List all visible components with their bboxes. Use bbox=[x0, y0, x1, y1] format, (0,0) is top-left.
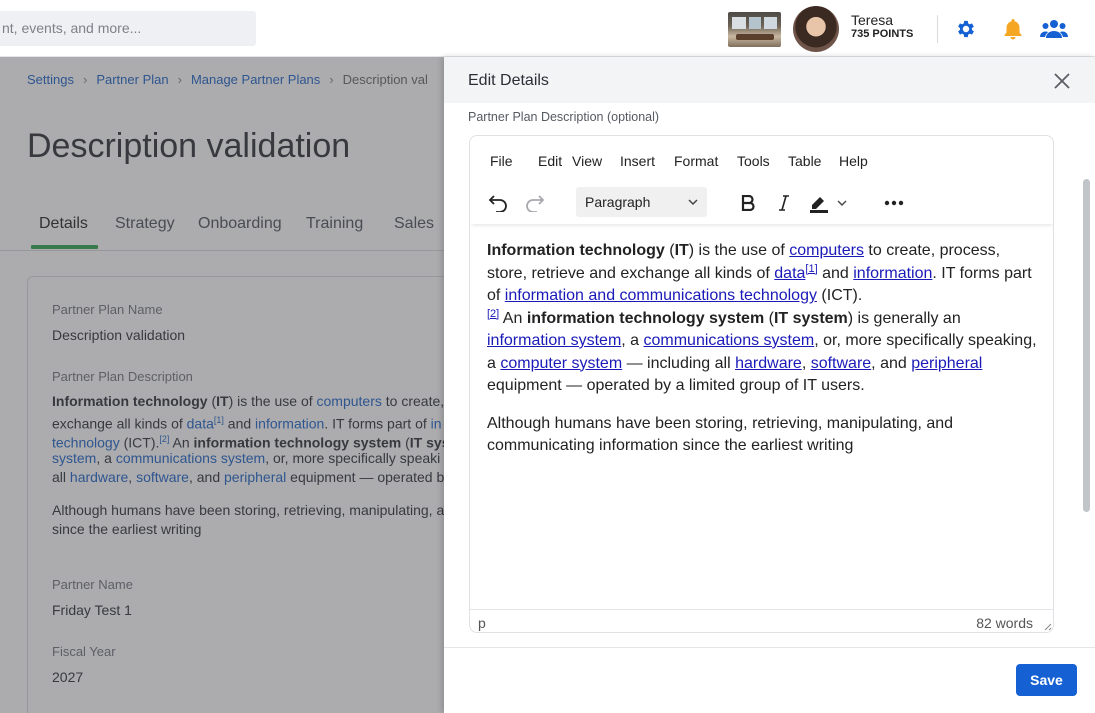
menu-table[interactable]: Table bbox=[788, 153, 821, 169]
scrollbar[interactable] bbox=[1083, 179, 1090, 512]
link-information[interactable]: information bbox=[853, 265, 932, 282]
link-information-system[interactable]: information system bbox=[487, 332, 621, 349]
more-icon bbox=[884, 200, 904, 206]
divider bbox=[937, 15, 938, 43]
block-format-value: Paragraph bbox=[585, 194, 651, 210]
edit-details-drawer: Edit Details Partner Plan Description (o… bbox=[444, 57, 1095, 713]
editor-paragraph[interactable]: Although humans have been storing, retri… bbox=[487, 413, 1042, 458]
italic-button[interactable] bbox=[772, 188, 796, 218]
editor-menubar: File Edit View Insert Format Tools Table… bbox=[470, 136, 1053, 181]
link-peripheral[interactable]: peripheral bbox=[911, 355, 982, 372]
redo-icon bbox=[526, 195, 545, 212]
user-name[interactable]: Teresa bbox=[851, 12, 893, 28]
italic-icon bbox=[779, 195, 789, 211]
editor-paragraph[interactable]: Information technology (IT) is the use o… bbox=[487, 240, 1042, 398]
event-thumbnail[interactable] bbox=[728, 12, 781, 47]
link-software[interactable]: software bbox=[811, 355, 871, 372]
link-communications-system[interactable]: communications system bbox=[644, 332, 815, 349]
menu-format[interactable]: Format bbox=[674, 153, 718, 169]
chevron-down-icon bbox=[837, 200, 847, 206]
link-computers[interactable]: computers bbox=[789, 242, 864, 259]
resize-handle-icon[interactable] bbox=[1042, 621, 1052, 631]
undo-button[interactable] bbox=[486, 188, 510, 218]
link-data[interactable]: data bbox=[774, 265, 805, 282]
menu-edit[interactable]: Edit bbox=[538, 153, 562, 169]
more-button[interactable] bbox=[881, 188, 907, 218]
link-computer-system[interactable]: computer system bbox=[500, 355, 622, 372]
highlight-color-button[interactable] bbox=[806, 188, 832, 218]
close-icon bbox=[1054, 73, 1070, 89]
editor-statusbar: p 82 words bbox=[470, 609, 1053, 632]
bell-icon[interactable] bbox=[1001, 17, 1025, 41]
search-input[interactable]: nt, events, and more... bbox=[0, 11, 256, 46]
top-bar: nt, events, and more... Teresa 735 POINT… bbox=[0, 0, 1095, 57]
editor-content[interactable]: Information technology (IT) is the use o… bbox=[487, 240, 1042, 473]
menu-file[interactable]: File bbox=[490, 153, 513, 169]
chevron-down-icon bbox=[688, 199, 698, 206]
highlighter-icon bbox=[810, 197, 828, 213]
description-field-label: Partner Plan Description (optional) bbox=[468, 110, 660, 124]
citation-2[interactable]: [2] bbox=[487, 308, 499, 320]
drawer-footer: Save bbox=[444, 647, 1095, 713]
menu-insert[interactable]: Insert bbox=[620, 153, 655, 169]
link-hardware[interactable]: hardware bbox=[735, 355, 802, 372]
word-count[interactable]: 82 words bbox=[976, 615, 1033, 631]
people-icon[interactable] bbox=[1040, 17, 1068, 41]
menu-help[interactable]: Help bbox=[839, 153, 868, 169]
element-path[interactable]: p bbox=[478, 615, 486, 631]
drawer-title: Edit Details bbox=[468, 72, 549, 89]
save-button[interactable]: Save bbox=[1016, 664, 1077, 696]
redo-button[interactable] bbox=[523, 188, 547, 218]
link-ict[interactable]: information and communications technolog… bbox=[505, 287, 817, 304]
highlight-color-dropdown[interactable] bbox=[834, 188, 850, 218]
undo-icon bbox=[488, 195, 507, 212]
drawer-header: Edit Details bbox=[444, 57, 1095, 103]
block-format-select[interactable]: Paragraph bbox=[576, 187, 707, 217]
menu-view[interactable]: View bbox=[572, 153, 602, 169]
editor-toolbar: Paragraph bbox=[470, 184, 1053, 224]
user-points: 735 POINTS bbox=[851, 28, 914, 40]
citation-1[interactable]: [1] bbox=[805, 263, 817, 275]
avatar[interactable] bbox=[793, 6, 839, 52]
gear-icon[interactable] bbox=[954, 17, 978, 41]
modal-backdrop[interactable] bbox=[0, 57, 445, 713]
close-button[interactable] bbox=[1050, 69, 1074, 93]
menu-tools[interactable]: Tools bbox=[737, 153, 770, 169]
bold-icon bbox=[741, 195, 755, 211]
rich-text-editor: File Edit View Insert Format Tools Table… bbox=[469, 135, 1054, 633]
bold-button[interactable] bbox=[736, 188, 760, 218]
